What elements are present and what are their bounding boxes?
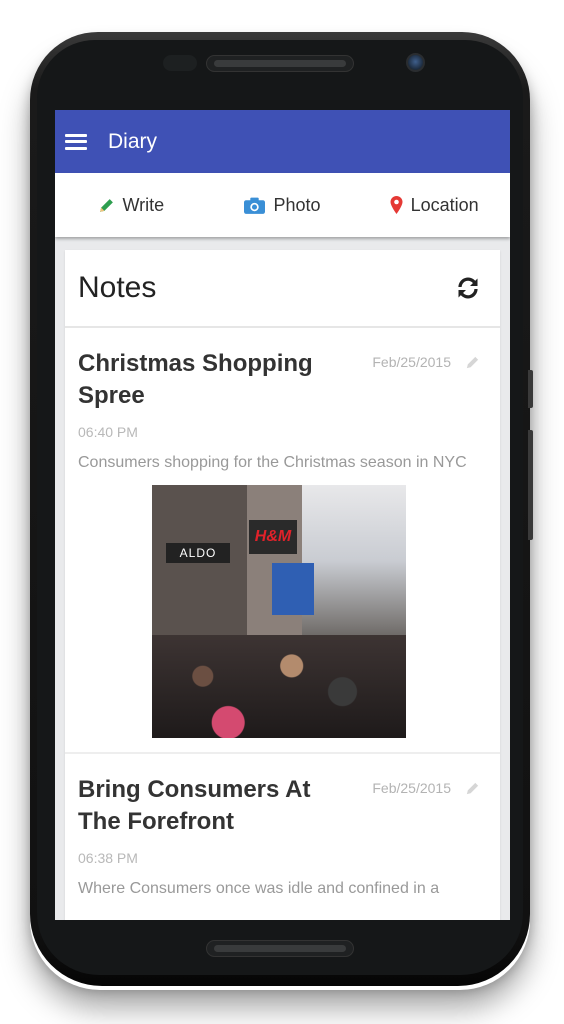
note-time: 06:38 PM: [78, 850, 138, 866]
edit-pencil-icon[interactable]: [465, 355, 480, 370]
location-button[interactable]: Location: [358, 195, 510, 216]
notes-title: Notes: [78, 271, 157, 304]
refresh-icon[interactable]: [456, 276, 480, 300]
proximity-sensor: [163, 55, 197, 71]
photo-button[interactable]: Photo: [207, 195, 359, 216]
app-title: Diary: [108, 129, 158, 153]
front-camera: [406, 53, 425, 72]
photo-sign-aldo: ALDO: [166, 543, 230, 563]
action-toolbar: Write Photo Location: [55, 173, 510, 237]
note-title: Bring Consumers At The Forefront: [78, 776, 311, 835]
volume-button: [528, 430, 533, 540]
note-body: Consumers shopping for the Christmas sea…: [78, 454, 467, 471]
photo-crowd: [152, 635, 406, 738]
photo-bus: [272, 563, 314, 615]
photo-label: Photo: [273, 194, 321, 215]
note-date: Feb/25/2015: [372, 780, 451, 796]
app-screen: Diary Write Photo Location Notes Christm…: [55, 110, 510, 920]
location-label: Location: [410, 194, 479, 215]
note-title: Christmas Shopping Spree: [78, 350, 313, 409]
note-photo[interactable]: ALDO H&M: [152, 485, 406, 738]
bottom-speaker: [206, 940, 354, 957]
write-button[interactable]: Write: [55, 195, 207, 216]
write-label: Write: [122, 194, 165, 215]
map-pin-icon: [390, 196, 403, 214]
notes-card-header: Notes: [65, 250, 500, 328]
device-mockup: Diary Write Photo Location Notes Christm…: [0, 0, 564, 1024]
note-date: Feb/25/2015: [372, 354, 451, 370]
app-bar: Diary: [55, 110, 510, 173]
note-item[interactable]: Christmas Shopping Spree Feb/25/2015 06:…: [65, 328, 500, 752]
photo-sign-hm: H&M: [249, 520, 297, 554]
edit-pencil-icon[interactable]: [465, 781, 480, 796]
notes-card: Notes Christmas Shopping Spree Feb/25/20…: [65, 250, 500, 920]
note-body: Where Consumers once was idle and confin…: [78, 880, 440, 897]
pencil-icon: [98, 197, 115, 214]
note-item[interactable]: Bring Consumers At The Forefront Feb/25/…: [65, 752, 500, 901]
power-button: [528, 370, 533, 408]
camera-icon: [244, 197, 266, 214]
hamburger-menu-icon[interactable]: [65, 133, 87, 150]
note-time: 06:40 PM: [78, 424, 138, 440]
top-speaker: [206, 55, 354, 72]
